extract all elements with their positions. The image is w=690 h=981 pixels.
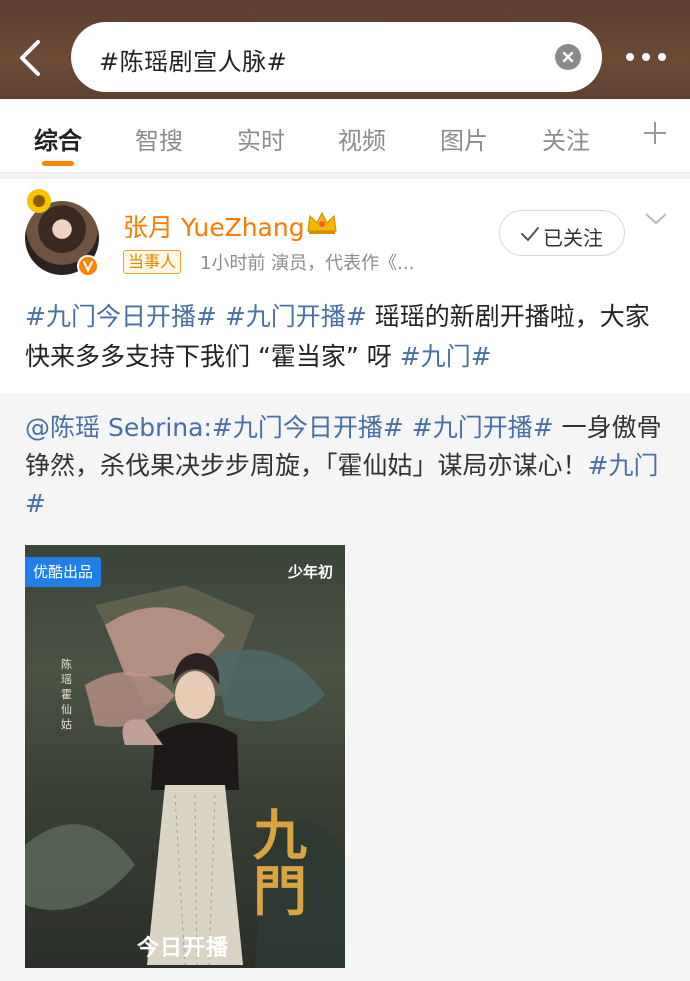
repost-card[interactable]: @陈瑶 Sebrina:#九门今日开播# #九门开播# 一身傲骨铮然，杀伐果决步…: [0, 393, 690, 981]
post-text-segment: [217, 302, 225, 331]
plus-icon[interactable]: [641, 119, 669, 147]
repost-text: @陈瑶 Sebrina:#九门今日开播# #九门开播# 一身傲骨铮然，杀伐果决步…: [25, 409, 665, 523]
crown-icon: [305, 209, 339, 237]
tab-comprehensive[interactable]: 综合: [34, 121, 82, 156]
post-card[interactable]: 张月 YueZhang 当事人 1小时前 演员，代表作《... 已关注 #九门今…: [0, 179, 690, 393]
check-icon: [520, 225, 540, 243]
hashtag-link[interactable]: #九门今日开播#: [212, 413, 404, 442]
post-text: #九门今日开播# #九门开播# 瑶瑶的新剧开播啦，大家快来多多支持下我们 “霍当…: [25, 297, 665, 377]
sunflower-badge-icon: [25, 187, 53, 215]
poster-side-text: 陈瑶 霍仙姑: [61, 658, 72, 731]
hashtag-link[interactable]: #九门开播#: [412, 413, 554, 442]
follow-button[interactable]: 已关注: [499, 210, 625, 256]
tab-smart-search[interactable]: 智搜: [135, 121, 183, 156]
username[interactable]: 张月 YueZhang: [123, 208, 305, 244]
tab-images[interactable]: 图片: [440, 121, 488, 156]
clear-icon[interactable]: [555, 44, 581, 70]
poster-caption: 今日开播: [137, 936, 230, 961]
poster-source-badge: 优酷出品: [25, 557, 102, 587]
tab-bar: 综合 智搜 实时 视频 图片 关注: [0, 99, 690, 173]
top-bar: #陈瑶剧宣人脉#: [0, 0, 690, 99]
hashtag-link[interactable]: #九门开播#: [225, 302, 367, 331]
tab-video[interactable]: 视频: [338, 121, 386, 156]
hashtag-link[interactable]: #九门#: [400, 342, 492, 371]
verified-icon: [77, 255, 99, 277]
post-meta: 1小时前 演员，代表作《...: [200, 253, 415, 274]
hashtag-link[interactable]: #九门今日开播#: [25, 302, 217, 331]
active-tab-indicator: [42, 161, 74, 166]
search-input[interactable]: #陈瑶剧宣人脉#: [71, 22, 602, 92]
follow-label: 已关注: [543, 226, 603, 250]
back-arrow-icon[interactable]: [14, 38, 50, 78]
poster-calligraphy-title: 九門: [253, 803, 307, 923]
more-dots-icon[interactable]: [624, 46, 668, 70]
chevron-down-icon[interactable]: [644, 211, 668, 227]
tab-following[interactable]: 关注: [542, 121, 590, 156]
poster-logo: 少年初: [287, 563, 333, 581]
tab-realtime[interactable]: 实时: [237, 121, 285, 156]
source-badge: 当事人: [123, 250, 182, 274]
repost-text-segment: [404, 413, 412, 442]
avatar[interactable]: [25, 189, 99, 277]
mention-link[interactable]: @陈瑶 Sebrina:: [25, 413, 212, 442]
poster-image[interactable]: 优酷出品 少年初 陈瑶 霍仙姑 九門 今日开播: [25, 545, 345, 968]
search-query-text: #陈瑶剧宣人脉#: [99, 48, 288, 76]
